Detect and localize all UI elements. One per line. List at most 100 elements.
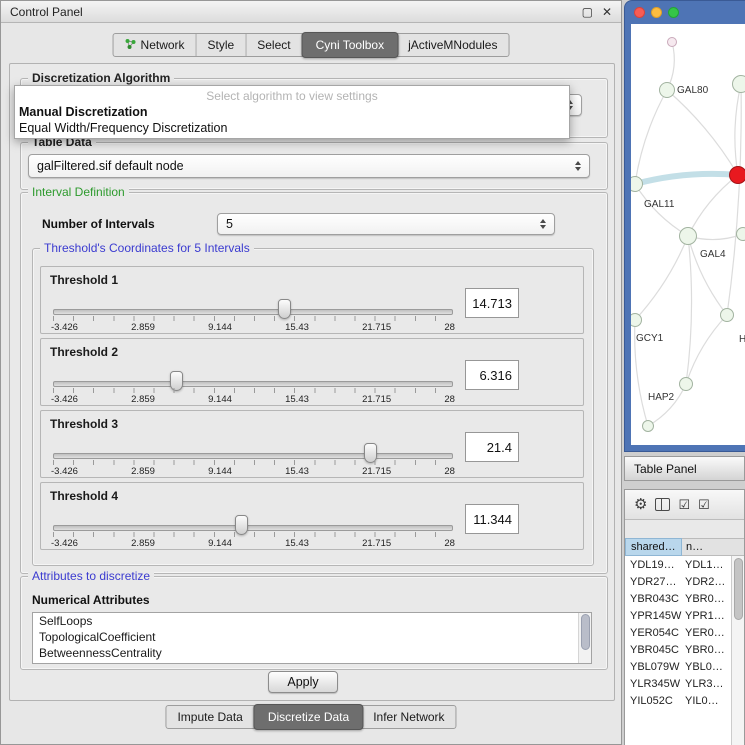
scale-label: -3.426 bbox=[51, 322, 78, 333]
table-row[interactable]: YLR345W YLR3… bbox=[625, 675, 731, 692]
cell-shared-name: YLR345W bbox=[625, 678, 682, 690]
tab-cyni-toolbox[interactable]: Cyni Toolbox bbox=[302, 32, 398, 58]
interval-definition-group-label: Interval Definition bbox=[28, 185, 129, 199]
table-header-row: shared… n… bbox=[625, 538, 744, 556]
scale-label: -3.426 bbox=[51, 538, 78, 549]
tab-impute-data[interactable]: Impute Data bbox=[166, 706, 254, 728]
scrollbar-thumb[interactable] bbox=[581, 614, 590, 650]
cell-shared-name: YIL052C bbox=[625, 695, 682, 707]
tab-label: Cyni Toolbox bbox=[316, 38, 384, 52]
algorithm-dropdown-popup: Select algorithm to view settings Manual… bbox=[14, 85, 570, 139]
attribute-item[interactable]: SelfLoops bbox=[33, 613, 591, 629]
table-row[interactable]: YPR145W YPR1… bbox=[625, 607, 731, 624]
column-header-name[interactable]: n… bbox=[682, 538, 744, 556]
attributes-list-scrollbar[interactable] bbox=[578, 613, 591, 663]
table-data-combobox[interactable]: galFiltered.sif default node bbox=[28, 154, 590, 178]
cell-shared-name: YBR043C bbox=[625, 593, 682, 605]
scale-label: 2.859 bbox=[131, 394, 155, 405]
network-node[interactable] bbox=[679, 377, 693, 391]
attribute-item[interactable]: TopologicalCoefficient bbox=[33, 629, 591, 645]
tab-discretize-data[interactable]: Discretize Data bbox=[254, 704, 363, 730]
scale-label: 28 bbox=[444, 538, 455, 549]
slider-track[interactable] bbox=[53, 309, 453, 315]
threshold-4-slider[interactable]: -3.4262.8599.14415.4321.71528 bbox=[51, 505, 455, 547]
threshold-2-slider[interactable]: -3.4262.8599.14415.4321.71528 bbox=[51, 361, 455, 403]
network-node[interactable] bbox=[642, 420, 654, 432]
threshold-3-slider[interactable]: -3.4262.8599.14415.4321.71528 bbox=[51, 433, 455, 475]
dropdown-option-manual-discretization[interactable]: Manual Discretization bbox=[15, 104, 569, 120]
stepper-icon[interactable] bbox=[571, 158, 585, 174]
scrollbar-thumb[interactable] bbox=[734, 558, 743, 620]
threshold-4-value[interactable]: 11.344 bbox=[465, 504, 519, 534]
tab-label: Impute Data bbox=[177, 710, 242, 724]
network-node-label: HAP2 bbox=[648, 392, 674, 403]
network-node[interactable] bbox=[659, 82, 675, 98]
table-scrollbar[interactable] bbox=[731, 556, 744, 745]
stepper-icon[interactable] bbox=[536, 216, 550, 232]
tab-label: jActiveMNodules bbox=[408, 38, 497, 52]
network-node-label: GAL4 bbox=[700, 249, 726, 260]
attributes-group-label: Attributes to discretize bbox=[28, 569, 154, 583]
network-node[interactable] bbox=[732, 75, 745, 93]
table-row[interactable]: YER054C YER0… bbox=[625, 624, 731, 641]
network-canvas[interactable]: GAL80GAL11GAL4GCY1HHAP2 bbox=[631, 24, 745, 445]
threshold-1-label: Threshold 1 bbox=[50, 273, 118, 287]
dropdown-option-equal-width-frequency[interactable]: Equal Width/Frequency Discretization bbox=[15, 120, 569, 136]
columns-icon[interactable] bbox=[655, 498, 670, 511]
tab-label: Network bbox=[141, 38, 185, 52]
cell-shared-name: YBL079W bbox=[625, 661, 682, 673]
network-node[interactable] bbox=[679, 227, 697, 245]
close-window-icon[interactable]: ✕ bbox=[602, 5, 612, 19]
threshold-3-label: Threshold 3 bbox=[50, 417, 118, 431]
cell-shared-name: YBR045C bbox=[625, 644, 682, 656]
tab-style[interactable]: Style bbox=[197, 34, 247, 56]
cell-name: YBR0… bbox=[682, 644, 731, 656]
network-node[interactable] bbox=[729, 166, 745, 184]
tab-label: Style bbox=[208, 38, 235, 52]
scale-label: 15.43 bbox=[285, 322, 309, 333]
tab-label: Infer Network bbox=[373, 710, 444, 724]
attribute-item[interactable]: BetweennessCentrality bbox=[33, 645, 591, 661]
column-header-shared-name[interactable]: shared… bbox=[625, 538, 682, 556]
network-node[interactable] bbox=[720, 308, 734, 322]
tab-network[interactable]: Network bbox=[114, 34, 197, 56]
cell-name: YIL0… bbox=[682, 695, 731, 707]
slider-ticks bbox=[53, 388, 453, 393]
number-of-intervals-label: Number of Intervals bbox=[42, 217, 155, 231]
minimize-traffic-light-icon[interactable] bbox=[651, 7, 662, 18]
scale-label: 21.715 bbox=[362, 394, 391, 405]
table-row[interactable]: YBL079W YBL0… bbox=[625, 658, 731, 675]
network-node[interactable] bbox=[736, 227, 745, 241]
table-row[interactable]: YDR27… YDR2… bbox=[625, 573, 731, 590]
threshold-3-value[interactable]: 21.4 bbox=[465, 432, 519, 462]
slider-track[interactable] bbox=[53, 525, 453, 531]
apply-button[interactable]: Apply bbox=[268, 671, 338, 693]
threshold-1-slider[interactable]: -3.4262.8599.14415.4321.71528 bbox=[51, 289, 455, 331]
tab-select[interactable]: Select bbox=[246, 34, 302, 56]
checkbox-icon[interactable]: ☑ bbox=[678, 498, 690, 511]
number-of-intervals-combobox[interactable]: 5 bbox=[217, 213, 555, 235]
table-row[interactable]: YBR045C YBR0… bbox=[625, 641, 731, 658]
gear-icon[interactable]: ⚙ bbox=[634, 497, 647, 512]
table-row[interactable]: YDL19… YDL1… bbox=[625, 556, 731, 573]
slider-track[interactable] bbox=[53, 381, 453, 387]
slider-track[interactable] bbox=[53, 453, 453, 459]
network-node[interactable] bbox=[667, 37, 677, 47]
threshold-2-value[interactable]: 6.316 bbox=[465, 360, 519, 390]
tab-infer-network[interactable]: Infer Network bbox=[362, 706, 455, 728]
numerical-attributes-list[interactable]: SelfLoopsTopologicalCoefficientBetweenne… bbox=[32, 612, 592, 664]
float-window-icon[interactable]: ▢ bbox=[582, 5, 593, 19]
table-row[interactable]: YIL052C YIL0… bbox=[625, 692, 731, 709]
slider-scale: -3.4262.8599.14415.4321.71528 bbox=[51, 394, 455, 405]
scale-label: 9.144 bbox=[208, 394, 232, 405]
scale-label: -3.426 bbox=[51, 466, 78, 477]
scale-label: 9.144 bbox=[208, 538, 232, 549]
threshold-1-value[interactable]: 14.713 bbox=[465, 288, 519, 318]
tab-label: Select bbox=[257, 38, 290, 52]
zoom-traffic-light-icon[interactable] bbox=[668, 7, 679, 18]
scale-label: 28 bbox=[444, 322, 455, 333]
checkbox-icon[interactable]: ☑ bbox=[698, 498, 710, 511]
table-row[interactable]: YBR043C YBR0… bbox=[625, 590, 731, 607]
close-traffic-light-icon[interactable] bbox=[634, 7, 645, 18]
tab-jactivemnodules[interactable]: jActiveMNodules bbox=[397, 34, 508, 56]
